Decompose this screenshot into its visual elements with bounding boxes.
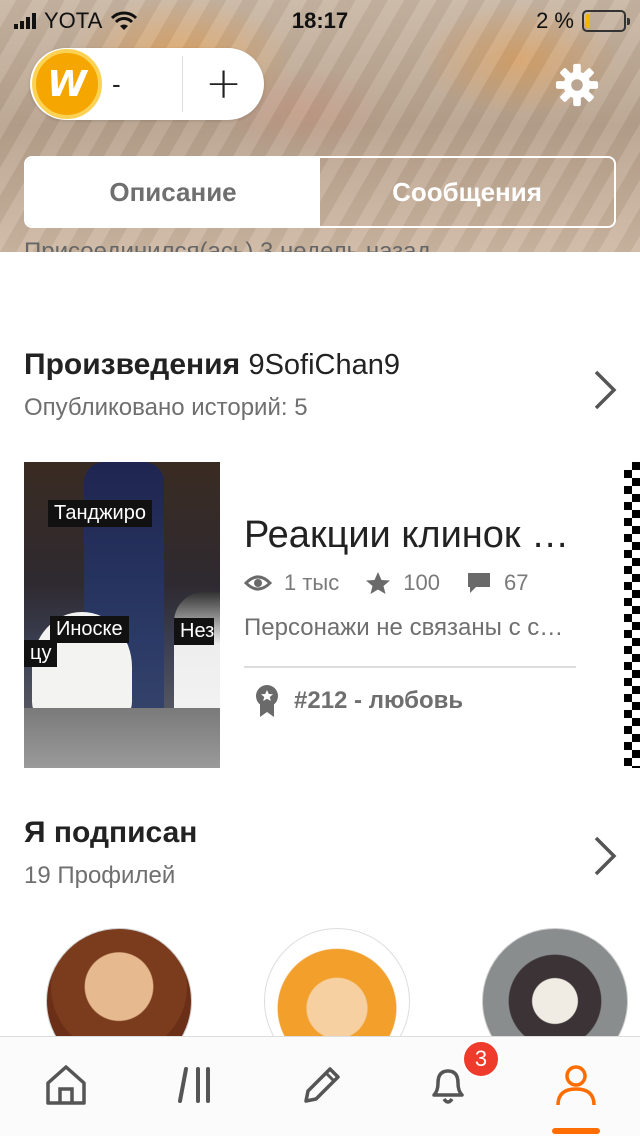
bottom-nav (0, 1036, 640, 1136)
coin-balance-pill: W - + (30, 48, 264, 120)
reads-stat: 1 тыс (244, 570, 339, 596)
following-section-header[interactable]: Я подписан 19 Профилей (24, 816, 616, 890)
active-tab-indicator (552, 1128, 600, 1134)
rank-tag: любовь (368, 687, 464, 714)
works-section-header[interactable]: Произведения 9SofiChan9 Опубликовано ист… (24, 348, 616, 422)
wattpad-coin-icon: W (32, 49, 102, 119)
content-top (0, 252, 640, 292)
notifications-badge: 3 (462, 1040, 500, 1078)
works-username: 9SofiChan9 (248, 349, 400, 381)
comments-stat: 67 (466, 570, 528, 596)
votes-stat: 100 (365, 570, 440, 596)
library-icon[interactable] (172, 1061, 220, 1109)
rank-separator: - (347, 687, 369, 714)
status-bar: YOTA 18:17 2 % (0, 0, 640, 40)
cover-floor (24, 708, 220, 768)
story-rank[interactable]: #212 - любовь (254, 684, 463, 718)
gear-icon[interactable] (554, 62, 600, 108)
comment-icon (467, 573, 490, 593)
tab-messages[interactable]: Сообщения (320, 158, 614, 226)
eye-icon (244, 575, 272, 591)
profile-icon[interactable] (552, 1061, 600, 1109)
divider (244, 666, 576, 668)
battery: 2 % (536, 8, 630, 34)
story-description: Персонажи не связаны с сюжетом (244, 614, 576, 641)
cover-label: цу (24, 640, 58, 667)
story-stats: 1 тыс 100 67 (244, 570, 554, 596)
works-title: Произведения 9SofiChan9 (24, 348, 616, 382)
cover-label: Иноске (50, 616, 129, 643)
award-icon (256, 685, 278, 717)
pencil-icon[interactable] (298, 1061, 346, 1109)
chevron-right-icon[interactable] (592, 834, 618, 878)
works-title-label: Произведения (24, 348, 241, 381)
reads-count: 1 тыс (284, 570, 340, 595)
battery-fill (586, 14, 590, 28)
battery-percent: 2 % (536, 8, 574, 33)
battery-icon (582, 10, 630, 32)
votes-count: 100 (403, 570, 440, 595)
home-icon[interactable] (42, 1061, 90, 1109)
story-title[interactable]: Реакции клинок демонов (244, 514, 584, 557)
add-coins-button[interactable]: + (183, 62, 264, 106)
profile-tabs: Описание Сообщения (24, 156, 616, 228)
cover-label: Нез (174, 618, 215, 645)
following-title: Я подписан (24, 816, 198, 849)
coin-letter: W (47, 63, 87, 105)
tab-description[interactable]: Описание (26, 158, 320, 226)
rank-number: #212 (294, 687, 348, 714)
chevron-right-icon[interactable] (592, 368, 618, 412)
story-cover[interactable]: Танджиро Иноске Нез цу (24, 462, 220, 768)
following-count: 19 Профилей (24, 862, 176, 889)
star-icon (366, 572, 391, 594)
cover-label: Танджиро (48, 500, 152, 527)
coin-count: - (112, 68, 121, 99)
next-story-cover-edge[interactable] (624, 462, 640, 768)
works-count: Опубликовано историй: 5 (24, 394, 308, 421)
comments-count: 67 (503, 570, 529, 595)
